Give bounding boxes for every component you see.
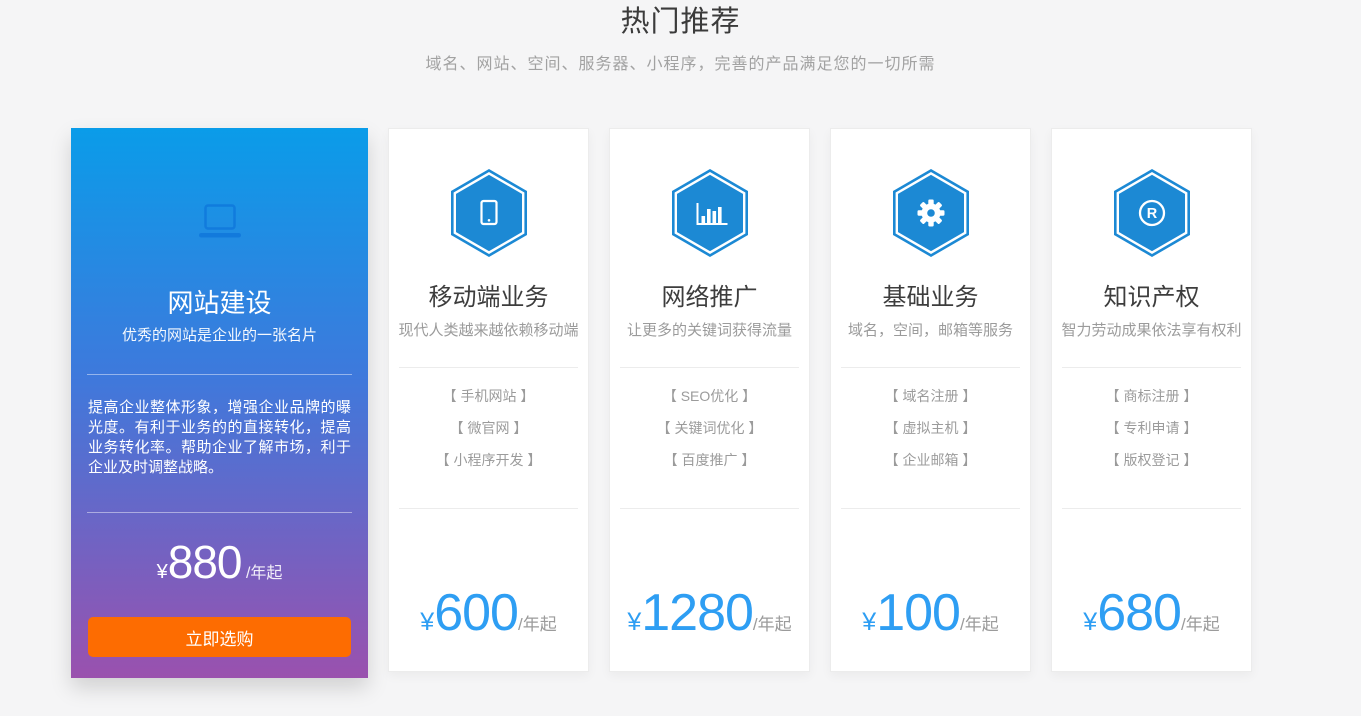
price: ¥1280/年起	[610, 583, 809, 643]
currency-symbol: ¥	[862, 608, 877, 636]
card-subtitle: 智力劳动成果依法享有权利	[1061, 322, 1242, 339]
card-subtitle: 现代人类越来越依赖移动端	[398, 322, 579, 339]
service-item: 【 手机网站 】	[442, 388, 535, 404]
service-item: 【 专利申请 】	[1105, 420, 1198, 436]
price: ¥680/年起	[1052, 583, 1251, 643]
service-item: 【 小程序开发 】	[435, 452, 542, 468]
divider	[87, 512, 352, 513]
price-amount: 880	[167, 536, 243, 588]
card-title: 基础业务	[882, 284, 979, 311]
service-items: 【 商标注册 】 【 专利申请 】 【 版权登记 】	[1052, 388, 1251, 468]
laptop-icon	[198, 204, 242, 240]
card-subtitle: 优秀的网站是企业的一张名片	[121, 327, 317, 344]
price-unit: /年起	[245, 565, 283, 582]
service-items: 【 手机网站 】 【 微官网 】 【 小程序开发 】	[389, 388, 588, 468]
divider	[1062, 367, 1241, 368]
price-amount: 600	[434, 584, 519, 642]
card-title: 网站建设	[167, 288, 272, 318]
service-item: 【 百度推广 】	[663, 452, 756, 468]
card-title: 移动端业务	[428, 284, 549, 311]
price-unit: /年起	[1180, 615, 1220, 634]
card-subtitle: 域名，空间，邮箱等服务	[847, 322, 1013, 339]
service-item: 【 商标注册 】	[1105, 388, 1198, 404]
product-card-website-construction: 网站建设 优秀的网站是企业的一张名片 提高企业整体形象，增强企业品牌的曝光度。有…	[71, 128, 368, 678]
service-item: 【 版权登记 】	[1105, 452, 1198, 468]
price-unit: /年起	[752, 615, 792, 634]
service-item: 【 微官网 】	[449, 420, 528, 436]
product-card-intellectual-property[interactable]: R 知识产权 智力劳动成果依法享有权利 【 商标注册 】 【 专利申请 】 【 …	[1051, 128, 1252, 672]
price-amount: 100	[876, 584, 961, 642]
card-subtitle: 让更多的关键词获得流量	[626, 322, 792, 339]
price: ¥880 /年起	[71, 535, 368, 589]
currency-symbol: ¥	[156, 561, 168, 583]
section-header: 热门推荐 域名、网站、空间、服务器、小程序，完善的产品满足您的一切所需	[0, 7, 1361, 73]
price-unit: /年起	[959, 615, 999, 634]
divider	[841, 367, 1020, 368]
card-title: 知识产权	[1103, 284, 1200, 311]
smartphone-icon	[450, 169, 527, 257]
divider	[620, 367, 799, 368]
currency-symbol: ¥	[627, 608, 642, 636]
divider	[87, 374, 352, 375]
product-card-network-promotion[interactable]: 网络推广 让更多的关键词获得流量 【 SEO优化 】 【 关键词优化 】 【 百…	[609, 128, 810, 672]
service-item: 【 SEO优化 】	[662, 388, 757, 404]
price-amount: 680	[1097, 584, 1182, 642]
divider	[841, 508, 1020, 509]
card-description: 提高企业整体形象，增强企业品牌的曝光度。有利于业务的的直接转化，提高业务转化率。…	[88, 399, 351, 476]
registered-trademark-icon: R	[1113, 169, 1190, 257]
price: ¥600/年起	[389, 583, 588, 643]
service-item: 【 域名注册 】	[884, 388, 977, 404]
section-subtitle: 域名、网站、空间、服务器、小程序，完善的产品满足您的一切所需	[425, 56, 936, 73]
buy-now-button[interactable]: 立即选购	[88, 617, 351, 657]
bar-chart-icon	[671, 169, 748, 257]
product-card-mobile-business[interactable]: 移动端业务 现代人类越来越依赖移动端 【 手机网站 】 【 微官网 】 【 小程…	[388, 128, 589, 672]
product-cards-row: 网站建设 优秀的网站是企业的一张名片 提高企业整体形象，增强企业品牌的曝光度。有…	[71, 128, 1361, 678]
hot-recommend-section: 热门推荐 域名、网站、空间、服务器、小程序，完善的产品满足您的一切所需 网站建设…	[0, 7, 1361, 678]
price: ¥100/年起	[831, 583, 1030, 643]
price-unit: /年起	[517, 615, 557, 634]
service-item: 【 企业邮箱 】	[884, 452, 977, 468]
divider	[620, 508, 799, 509]
product-card-basic-business[interactable]: 基础业务 域名，空间，邮箱等服务 【 域名注册 】 【 虚拟主机 】 【 企业邮…	[830, 128, 1031, 672]
service-items: 【 SEO优化 】 【 关键词优化 】 【 百度推广 】	[610, 388, 809, 468]
currency-symbol: ¥	[420, 608, 435, 636]
card-title: 网络推广	[661, 284, 758, 311]
service-item: 【 关键词优化 】	[656, 420, 763, 436]
price-amount: 1280	[641, 584, 754, 642]
currency-symbol: ¥	[1083, 608, 1098, 636]
svg-text:R: R	[1146, 206, 1157, 222]
divider	[1062, 508, 1241, 509]
service-items: 【 域名注册 】 【 虚拟主机 】 【 企业邮箱 】	[831, 388, 1030, 468]
divider	[399, 367, 578, 368]
service-item: 【 虚拟主机 】	[884, 420, 977, 436]
gear-icon	[892, 169, 969, 257]
divider	[399, 508, 578, 509]
section-title: 热门推荐	[620, 6, 741, 38]
